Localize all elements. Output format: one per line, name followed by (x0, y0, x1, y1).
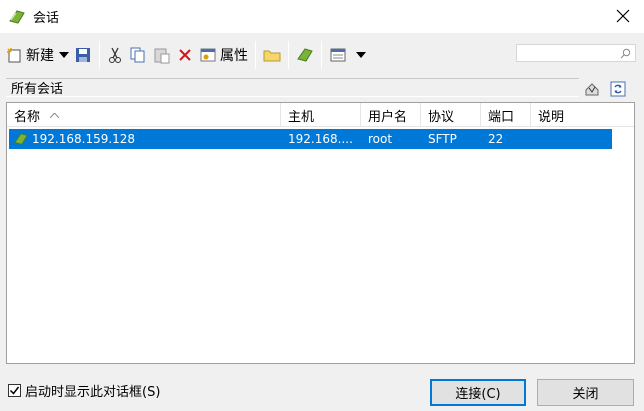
column-header-name[interactable]: 名称 (7, 103, 281, 127)
new-label: 新建 (26, 48, 54, 64)
cut-icon (109, 47, 121, 63)
toolbar-separator (255, 41, 256, 69)
toolbar-separator (288, 41, 289, 69)
refresh-icon (610, 81, 626, 97)
session-name: 192.168.159.128 (32, 132, 136, 146)
view-dropdown-button[interactable] (350, 42, 372, 68)
session-icon (14, 133, 28, 145)
close-button[interactable]: 关闭 (537, 379, 634, 406)
dropdown-arrow-icon (356, 52, 366, 58)
properties-label: 属性 (220, 48, 248, 64)
session-host: 192.168.... (288, 132, 353, 146)
search-icon (620, 48, 631, 59)
cell-host: 192.168.... (281, 129, 361, 149)
window-title: 会话 (33, 11, 60, 26)
home-folder-button[interactable] (583, 80, 601, 98)
session-port: 22 (488, 132, 504, 146)
session-group-bar: 所有会话 (6, 78, 579, 97)
column-header-label: 主机 (288, 109, 315, 125)
session-icon (297, 48, 313, 62)
column-header-username[interactable]: 用户名 (361, 103, 421, 127)
open-session-button[interactable] (293, 42, 317, 68)
toolbar-separator (321, 41, 322, 69)
delete-button[interactable] (174, 42, 196, 68)
search-input[interactable] (516, 44, 636, 62)
new-session-button[interactable]: 新建 (2, 42, 57, 68)
title-bar: 会话 (0, 0, 644, 33)
dropdown-arrow-icon (59, 52, 69, 58)
column-header-protocol[interactable]: 协议 (421, 103, 481, 127)
close-icon (616, 9, 630, 23)
session-list[interactable]: 名称 主机 用户名 协议 端口 说明 192.168.159.128 192.1… (6, 102, 635, 364)
view-icon (330, 48, 346, 62)
properties-button[interactable]: 属性 (196, 42, 251, 68)
cell-port: 22 (481, 129, 531, 149)
cell-username: root (361, 129, 421, 149)
home-folder-icon (585, 83, 599, 96)
toolbar-separator (99, 41, 100, 69)
new-dropdown-button[interactable] (57, 42, 71, 68)
column-header-label: 端口 (488, 109, 515, 125)
save-button[interactable] (71, 42, 95, 68)
column-header-label: 名称 (14, 109, 41, 125)
column-header-description[interactable]: 说明 (531, 103, 611, 127)
paste-button[interactable] (150, 42, 174, 68)
session-app-icon (9, 9, 25, 24)
copy-button[interactable] (126, 42, 150, 68)
group-label: 所有会话 (11, 82, 64, 97)
cell-description (531, 129, 601, 149)
new-session-icon (7, 48, 21, 63)
checkbox-box[interactable] (8, 384, 21, 397)
close-label: 关闭 (572, 387, 599, 402)
session-protocol: SFTP (428, 132, 457, 146)
table-row[interactable]: 192.168.159.128 192.168.... root SFTP 22 (9, 129, 612, 149)
show-on-startup-label: 启动时显示此对话框(S) (25, 385, 161, 400)
view-button[interactable] (326, 42, 350, 68)
new-folder-button[interactable] (260, 42, 284, 68)
column-header-label: 用户名 (368, 109, 408, 125)
session-username: root (368, 132, 393, 146)
column-header-port[interactable]: 端口 (481, 103, 531, 127)
refresh-button[interactable] (609, 80, 627, 98)
connect-label: 连接(C) (455, 387, 501, 402)
list-header: 名称 主机 用户名 协议 端口 说明 (7, 103, 634, 127)
copy-icon (130, 47, 145, 63)
cell-protocol: SFTP (421, 129, 481, 149)
close-window-button[interactable] (610, 4, 636, 28)
column-header-label: 协议 (428, 109, 455, 125)
delete-icon (179, 49, 191, 61)
column-header-label: 说明 (538, 109, 565, 125)
save-icon (76, 48, 90, 62)
properties-icon (200, 48, 216, 62)
sort-ascending-icon (50, 112, 60, 118)
paste-icon (154, 48, 170, 64)
folder-icon (263, 50, 281, 62)
connect-button[interactable]: 连接(C) (430, 379, 526, 406)
show-on-startup-checkbox[interactable]: 启动时显示此对话框(S) (8, 381, 160, 400)
checkmark-icon (9, 386, 20, 395)
cell-name: 192.168.159.128 (9, 129, 281, 149)
cut-button[interactable] (104, 42, 126, 68)
column-header-host[interactable]: 主机 (281, 103, 361, 127)
